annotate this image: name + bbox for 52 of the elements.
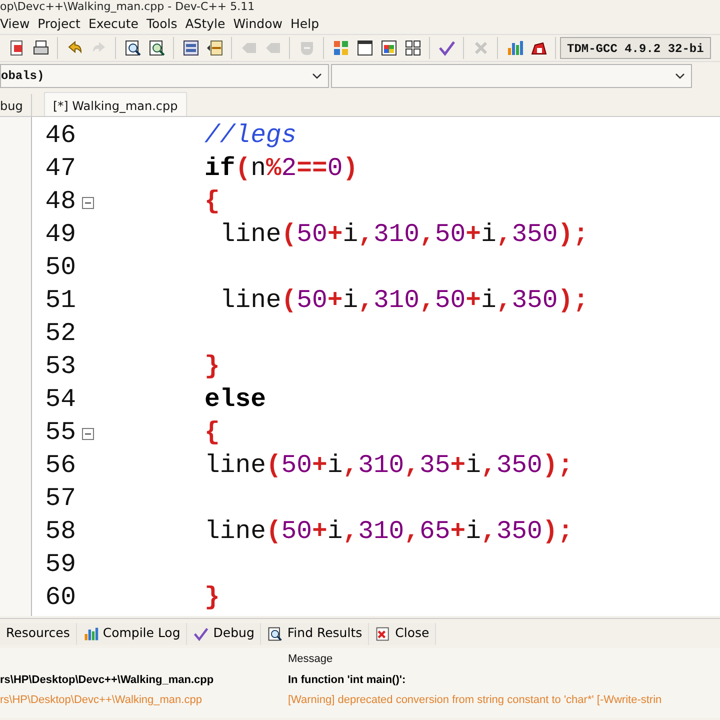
panel-tab[interactable]: bug	[0, 94, 32, 116]
code-line: }	[204, 582, 220, 614]
code-line: if(n%2==0)	[204, 153, 358, 186]
code-line: //legs	[204, 120, 297, 152]
collapse-icon[interactable]	[82, 196, 94, 208]
line-number: 46	[44, 120, 77, 152]
code-line: }	[204, 351, 220, 384]
menu-item[interactable]: Project	[38, 14, 88, 34]
code-line: else	[204, 384, 266, 416]
close-icon	[375, 626, 392, 642]
window-title: op\Devc++\Walking_man.cpp - Dev-C++ 5.11	[0, 0, 256, 14]
file-path: rs\HP\Desktop\Devc++\Walking_man.cpp	[0, 674, 214, 686]
code-line: line(50+i,310,50+i,350);	[218, 285, 588, 318]
line-number: 57	[44, 483, 77, 516]
line-number: 56	[44, 450, 77, 482]
message-text: [Warning] deprecated conversion from string constant to 'char*' [-Wwrite-strin	[288, 694, 662, 706]
menu-item[interactable]: View	[0, 14, 38, 34]
collapse-icon[interactable]	[82, 428, 94, 440]
chevron-down-icon	[675, 73, 685, 79]
line-number: 54	[44, 384, 77, 416]
code-line: line(50+i,310,65+i,350);	[204, 516, 574, 548]
line-number: 49	[44, 219, 77, 252]
menu-item[interactable]: Window	[233, 14, 290, 34]
magnifier-icon	[267, 626, 284, 642]
code-line: {	[204, 186, 220, 218]
menu-item[interactable]: Help	[290, 14, 327, 34]
menu-item[interactable]: Tools	[146, 14, 186, 34]
line-number: 47	[44, 153, 77, 186]
code-line: line(50+i,310,50+i,350);	[218, 219, 588, 252]
dropdown-value: obals)	[1, 68, 44, 85]
line-number: 58	[44, 516, 77, 548]
editor-tab[interactable]: [*] Walking_man.cpp	[44, 92, 187, 116]
menu-item[interactable]: AStyle	[185, 14, 234, 34]
code-line: {	[204, 417, 220, 450]
file-path: rs\HP\Desktop\Devc++\Walking_man.cpp	[0, 694, 202, 706]
line-number: 51	[44, 285, 77, 318]
scope-dropdown[interactable]: obals)	[0, 64, 329, 88]
check-icon	[193, 626, 210, 642]
line-number: 50	[44, 252, 77, 284]
line-number: 53	[44, 351, 77, 384]
column-header: Message	[288, 652, 333, 665]
line-number: 48	[44, 186, 77, 218]
compiler-dropdown[interactable]: TDM-GCC 4.9.2 32-bi	[560, 37, 711, 59]
line-number: 52	[44, 318, 77, 350]
line-number: 60	[44, 582, 77, 614]
line-number: 59	[44, 549, 77, 582]
line-number: 55	[44, 417, 77, 450]
bar-chart-icon	[82, 626, 99, 642]
menu-item[interactable]: Execute	[88, 14, 146, 34]
code-line: line(50+i,310,35+i,350);	[204, 450, 574, 482]
chevron-down-icon	[312, 73, 322, 79]
message-text: In function 'int main()':	[288, 674, 406, 686]
